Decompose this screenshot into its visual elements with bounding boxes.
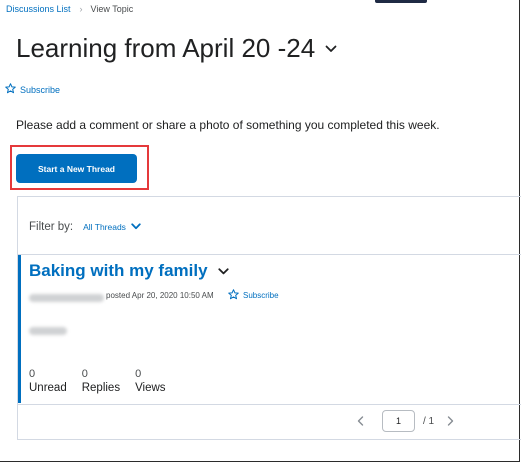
thread-accent-bar bbox=[18, 255, 21, 403]
stat-replies: 0 Replies bbox=[82, 368, 120, 396]
breadcrumb-separator-icon: › bbox=[79, 4, 83, 14]
stat-label: Unread bbox=[29, 382, 67, 394]
thread-list-item: Baking with my family posted Apr 20, 202… bbox=[18, 255, 521, 403]
filter-label: Filter by: bbox=[29, 221, 74, 233]
breadcrumb-discussions-list-link[interactable]: Discussions List bbox=[6, 4, 71, 14]
topic-instructions: Please add a comment or share a photo of… bbox=[16, 118, 440, 132]
page-number-input[interactable] bbox=[382, 410, 415, 432]
filter-dropdown[interactable]: All Threads bbox=[83, 222, 141, 232]
stat-label: Views bbox=[135, 382, 166, 394]
stat-count: 0 bbox=[29, 368, 36, 380]
subscribe-label: Subscribe bbox=[243, 291, 279, 300]
filter-value: All Threads bbox=[83, 222, 126, 232]
pagination: / 1 bbox=[352, 410, 458, 432]
star-icon bbox=[228, 289, 239, 302]
star-icon bbox=[5, 83, 16, 96]
posted-date: posted Apr 20, 2020 10:50 AM bbox=[106, 291, 214, 300]
filter-row: Filter by: All Threads bbox=[29, 221, 141, 233]
thread-title: Baking with my family bbox=[29, 261, 208, 280]
chevron-right-icon[interactable] bbox=[442, 413, 458, 429]
top-bar-fragment bbox=[375, 0, 427, 3]
chevron-down-icon[interactable] bbox=[325, 45, 337, 53]
page-total: / 1 bbox=[423, 415, 435, 427]
author-name-redacted bbox=[29, 294, 104, 302]
chevron-left-icon[interactable] bbox=[352, 413, 368, 429]
subscribe-label: Subscribe bbox=[20, 84, 61, 95]
stat-label: Replies bbox=[81, 382, 121, 394]
stat-count: 0 bbox=[135, 368, 142, 380]
thread-title-link[interactable]: Baking with my family bbox=[29, 261, 229, 281]
subscribe-thread-link[interactable]: Subscribe bbox=[228, 289, 279, 302]
divider bbox=[18, 404, 521, 405]
threads-panel: Filter by: All Threads Baking with my fa… bbox=[17, 196, 521, 440]
stat-count: 0 bbox=[81, 368, 88, 380]
stat-unread: 0 Unread bbox=[29, 368, 67, 396]
stat-views: 0 Views bbox=[135, 368, 165, 396]
chevron-down-icon bbox=[131, 222, 141, 232]
thread-stats: 0 Unread 0 Replies 0 Views bbox=[29, 368, 181, 396]
chevron-down-icon[interactable] bbox=[217, 267, 229, 275]
start-new-thread-button[interactable]: Start a New Thread bbox=[16, 154, 137, 183]
subscribe-topic-link[interactable]: Subscribe bbox=[5, 83, 60, 96]
thread-body-redacted bbox=[29, 327, 67, 335]
breadcrumb-current: View Topic bbox=[90, 4, 134, 14]
breadcrumb: Discussions List › View Topic bbox=[6, 4, 133, 14]
page-title: Learning from April 20 -24 bbox=[16, 33, 337, 64]
topic-title: Learning from April 20 -24 bbox=[16, 33, 316, 63]
